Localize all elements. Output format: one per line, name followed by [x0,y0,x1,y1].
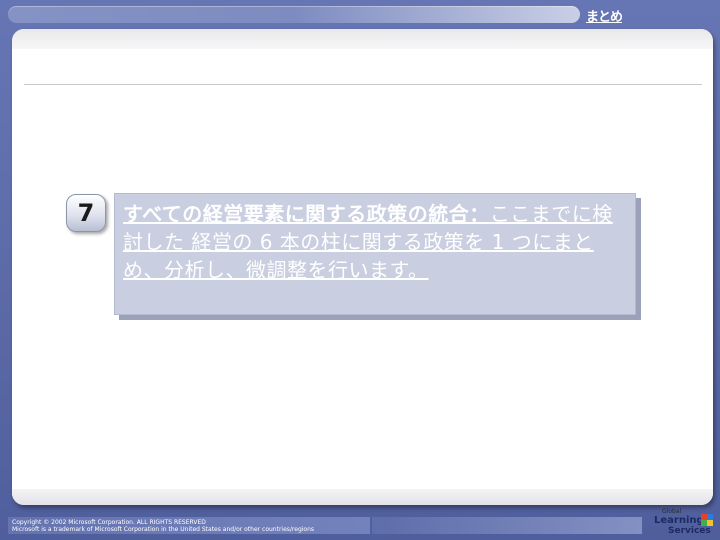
summary-link[interactable]: まとめ [586,6,623,25]
callout-lead: すべての経営要素に関する政策の統合： [123,202,490,226]
title-divider [24,84,702,85]
top-navigation-bar [8,6,580,23]
footer-strip [372,517,642,534]
copyright-line-1: Copyright © 2002 Microsoft Corporation. … [12,519,206,526]
callout-text: すべての経営要素に関する政策の統合：ここまでに検討した 経営の 6 本の柱に関す… [123,200,633,284]
logo-global-text: Global [662,508,682,515]
copyright-notice: Copyright © 2002 Microsoft Corporation. … [12,519,372,533]
logo-learning-text: Learning [654,515,704,526]
copyright-line-2: Microsoft is a trademark of Microsoft Co… [12,526,315,533]
callout-box: すべての経営要素に関する政策の統合：ここまでに検討した 経営の 6 本の柱に関す… [114,193,636,315]
panel-header [12,29,713,49]
panel-footer [12,489,713,505]
logo-services-text: Services [668,526,711,536]
step-number-badge: 7 [66,194,106,232]
checkered-flag-icon [701,514,713,526]
step-number: 7 [77,199,95,227]
global-learning-services-logo: Global Learning Services [650,508,716,538]
